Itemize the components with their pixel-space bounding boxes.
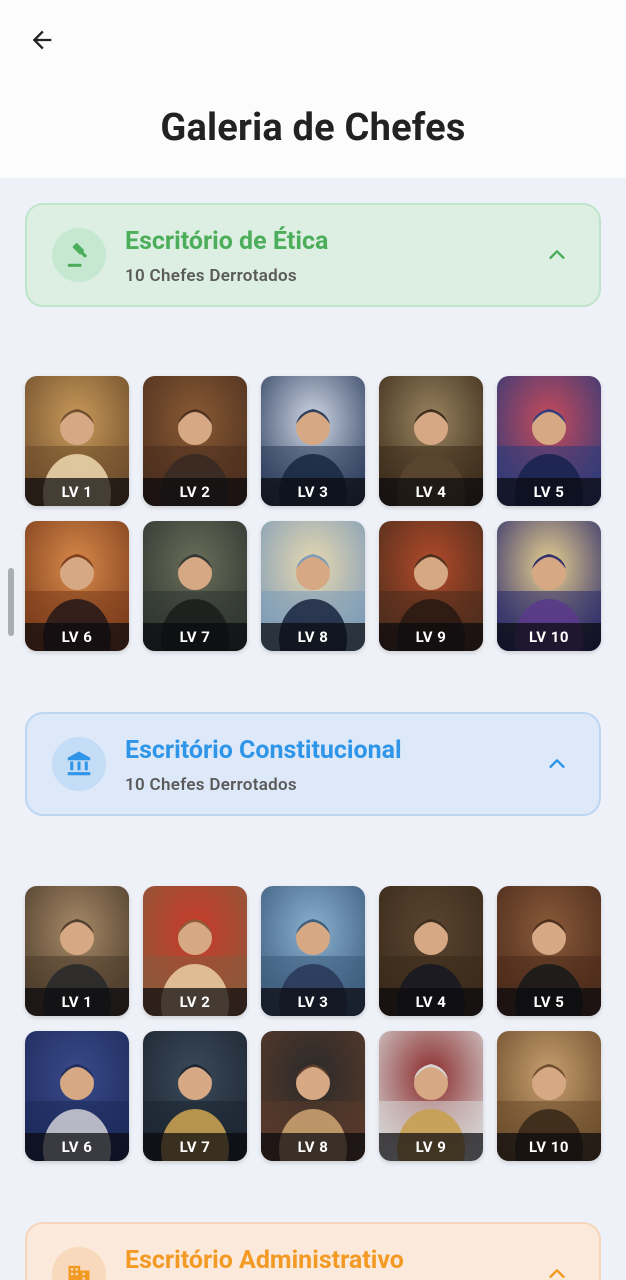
boss-card[interactable]: LV 5 [497,886,601,1016]
boss-card[interactable]: LV 7 [143,521,247,651]
boss-card[interactable]: LV 8 [261,1031,365,1161]
section-subtitle: 10 Chefes Derrotados [125,775,297,795]
boss-card[interactable]: LV 6 [25,521,129,651]
back-button[interactable] [22,20,62,60]
bank-building-icon [67,751,91,776]
scrollbar-thumb[interactable] [8,568,14,636]
boss-card[interactable]: LV 10 [497,1031,601,1161]
boss-card[interactable]: LV 3 [261,376,365,506]
chevron-up-icon[interactable] [545,243,569,267]
boss-card[interactable]: LV 1 [25,886,129,1016]
boss-grid-etica: LV 1 LV 2 LV 3 LV 4 LV 5 LV 6 LV 7 LV 8 LV 9 LV 1… [25,376,601,651]
boss-grid-constitucional: LV 1 LV 2 LV 3 LV 4 LV 5 LV 6 LV 7 LV 8 LV 9 LV 1… [25,886,601,1161]
section-header-constitucional[interactable]: Escritório Constitucional 10 Chefes Derr… [25,712,601,816]
boss-level-label: LV 8 [261,1133,365,1161]
boss-card[interactable]: LV 4 [379,376,483,506]
page-title: Galeria de Chefes [160,106,466,150]
boss-level-label: LV 9 [379,1133,483,1161]
section-icon-circle [52,737,106,791]
boss-level-label: LV 5 [497,478,601,506]
office-building-icon [68,1265,90,1280]
boss-card[interactable]: LV 7 [143,1031,247,1161]
boss-level-label: LV 8 [261,623,365,651]
section-header-etica[interactable]: Escritório de Ética 10 Chefes Derrotados [25,203,601,307]
section-title: Escritório de Ética [125,227,329,256]
boss-level-label: LV 6 [25,623,129,651]
chevron-up-icon[interactable] [545,752,569,776]
chevron-up-icon[interactable] [545,1262,569,1280]
boss-card[interactable]: LV 2 [143,886,247,1016]
section-subtitle: 10 Chefes Derrotados [125,266,297,286]
boss-card[interactable]: LV 1 [25,376,129,506]
section-title: Escritório Constitucional [125,736,402,765]
boss-level-label: LV 2 [143,988,247,1016]
arrow-left-icon [32,30,52,50]
boss-card[interactable]: LV 9 [379,1031,483,1161]
boss-card[interactable]: LV 5 [497,376,601,506]
boss-card[interactable]: LV 2 [143,376,247,506]
boss-card[interactable]: LV 4 [379,886,483,1016]
boss-level-label: LV 3 [261,988,365,1016]
boss-level-label: LV 6 [25,1133,129,1161]
boss-card[interactable]: LV 6 [25,1031,129,1161]
boss-card[interactable]: LV 8 [261,521,365,651]
boss-level-label: LV 1 [25,478,129,506]
boss-level-label: LV 7 [143,623,247,651]
boss-card[interactable]: LV 9 [379,521,483,651]
boss-level-label: LV 5 [497,988,601,1016]
boss-card[interactable]: LV 10 [497,521,601,651]
boss-level-label: LV 7 [143,1133,247,1161]
boss-level-label: LV 2 [143,478,247,506]
boss-level-label: LV 10 [497,1133,601,1161]
boss-level-label: LV 4 [379,988,483,1016]
boss-level-label: LV 3 [261,478,365,506]
gavel-icon [67,243,87,267]
boss-level-label: LV 10 [497,623,601,651]
boss-level-label: LV 1 [25,988,129,1016]
boss-level-label: LV 9 [379,623,483,651]
section-title: Escritório Administrativo [125,1246,404,1275]
boss-level-label: LV 4 [379,478,483,506]
section-header-administrativo[interactable]: Escritório Administrativo [25,1222,601,1280]
boss-card[interactable]: LV 3 [261,886,365,1016]
section-icon-circle [52,228,106,282]
app-bar: Galeria de Chefes [0,0,626,178]
section-icon-circle [52,1247,106,1280]
